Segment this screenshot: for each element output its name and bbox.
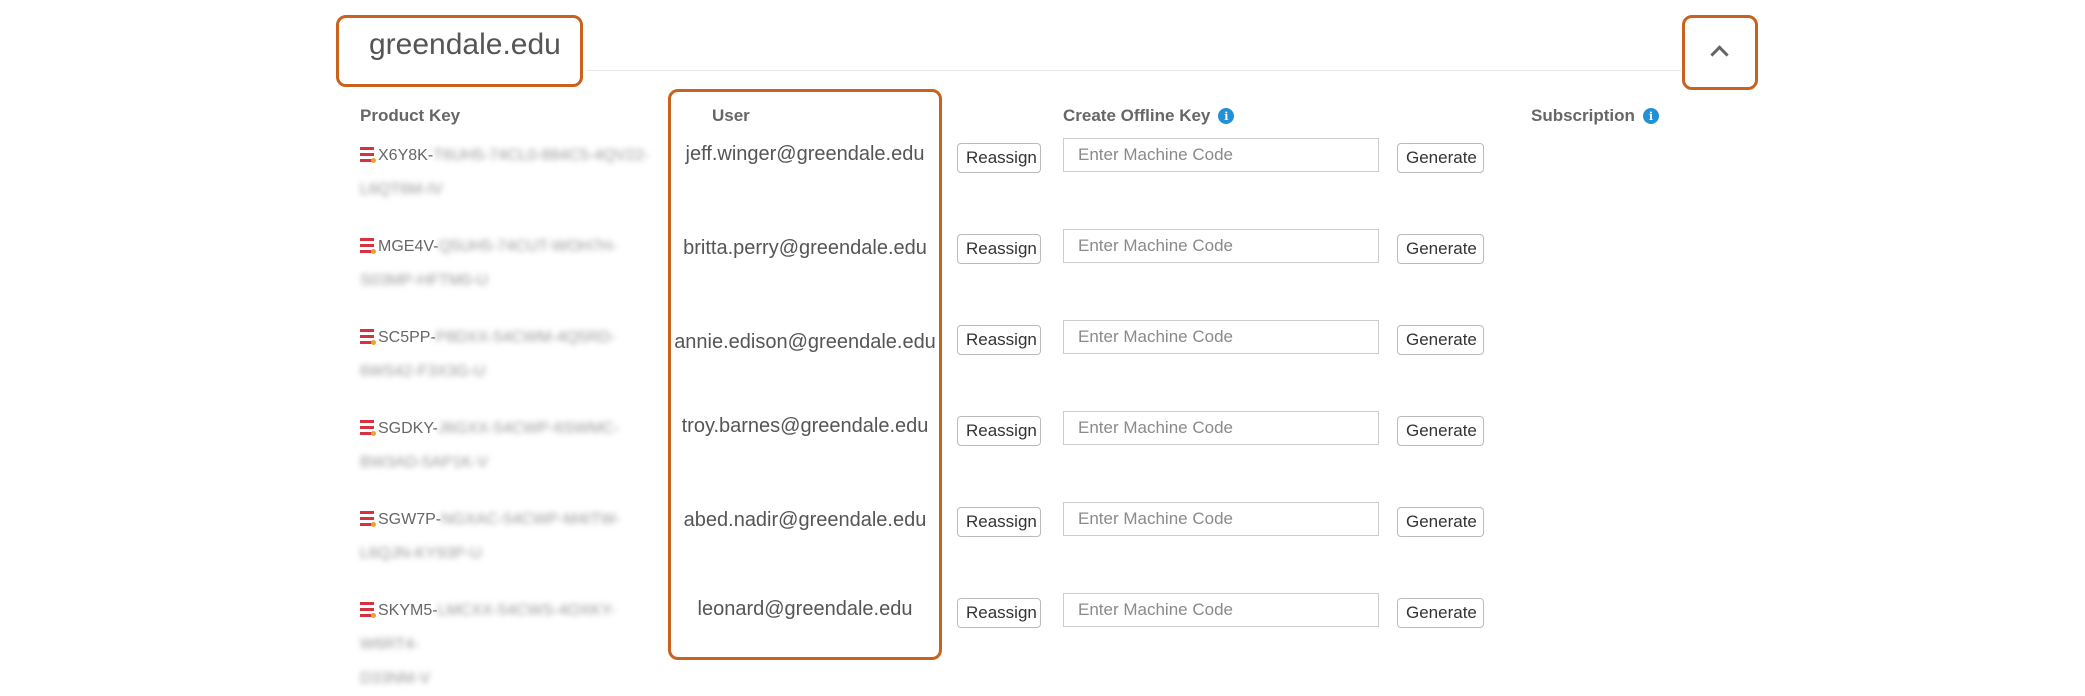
product-key-masked: 6WS42-F3X3G-U <box>360 363 486 380</box>
product-key-prefix: MGE4V- <box>378 238 439 255</box>
machine-code-input[interactable] <box>1063 502 1379 536</box>
product-key: SC5PP-P8DXX-54CWM-4Q5RD- 6WS42-F3X3G-U <box>360 321 670 389</box>
license-row: MGE4V-Q5UH5-74CUT-WOH7H- S03MP-HFTM0-U b… <box>0 229 2085 310</box>
product-key-masked: NGXAC-54CWP-M4ITW- <box>441 511 621 528</box>
reassign-button[interactable]: Reassign <box>957 143 1041 173</box>
product-key-icon <box>360 419 376 436</box>
license-row: SC5PP-P8DXX-54CWM-4Q5RD- 6WS42-F3X3G-U a… <box>0 320 2085 401</box>
product-key-masked: T6UH5-74CL0-884C5-4QV22- <box>433 147 650 164</box>
generate-button[interactable]: Generate <box>1397 234 1484 264</box>
license-row: SGDKY-J6GXX-54CWP-6SWMC- BW3AD-5AP1K-V t… <box>0 411 2085 492</box>
generate-button[interactable]: Generate <box>1397 325 1484 355</box>
user-email: jeff.winger@greendale.edu <box>685 143 925 165</box>
info-icon[interactable]: i <box>1218 108 1235 124</box>
product-key: X6Y8K-T6UH5-74CL0-884C5-4QV22- L6QT6M-IV <box>360 139 670 207</box>
product-key-masked: BW3AD-5AP1K-V <box>360 454 489 471</box>
machine-code-input[interactable] <box>1063 593 1379 627</box>
product-key-prefix: SGW7P- <box>378 511 442 528</box>
license-row: SGW7P-NGXAC-54CWP-M4ITW- L6QJN-KY93P-U a… <box>0 502 2085 583</box>
product-key-masked: S03MP-HFTM0-U <box>360 272 489 289</box>
product-key-masked: Q5UH5-74CUT-WOH7H- <box>438 238 618 255</box>
product-key-prefix: SGDKY- <box>378 420 438 437</box>
header-divider <box>586 70 1681 71</box>
machine-code-input[interactable] <box>1063 138 1379 172</box>
generate-button[interactable]: Generate <box>1397 416 1484 446</box>
product-key-icon <box>360 237 376 254</box>
license-row: X6Y8K-T6UH5-74CL0-884C5-4QV22- L6QT6M-IV… <box>0 138 2085 219</box>
product-key-icon <box>360 328 376 345</box>
reassign-button[interactable]: Reassign <box>957 507 1041 537</box>
user-email: abed.nadir@greendale.edu <box>683 509 927 531</box>
product-key: MGE4V-Q5UH5-74CUT-WOH7H- S03MP-HFTM0-U <box>360 230 670 298</box>
subscription-header-label: Subscription <box>1531 106 1635 125</box>
user-email: britta.perry@greendale.edu <box>683 237 927 259</box>
reassign-button[interactable]: Reassign <box>957 325 1041 355</box>
user-email: leonard@greendale.edu <box>697 598 913 620</box>
subscription-header: Subscription i <box>1531 106 1659 126</box>
product-key: SKYM5-LMCXX-54CWS-4OXKY-W6RT4- D33NM-V <box>360 594 670 696</box>
product-key-header-label: Product Key <box>360 106 461 125</box>
machine-code-input[interactable] <box>1063 229 1379 263</box>
generate-button[interactable]: Generate <box>1397 143 1484 173</box>
product-key-header: Product Key <box>360 106 460 126</box>
product-key-icon <box>360 601 376 618</box>
product-key-prefix: SKYM5- <box>378 602 438 619</box>
offline-key-header-label: Create Offline Key <box>1063 106 1211 125</box>
product-key-masked: P8DXX-54CWM-4Q5RD- <box>435 329 616 346</box>
product-key-masked: L6QT6M-IV <box>360 181 443 198</box>
reassign-button[interactable]: Reassign <box>957 234 1041 264</box>
collapse-button[interactable] <box>1682 15 1758 90</box>
info-icon[interactable]: i <box>1642 108 1659 124</box>
reassign-button[interactable]: Reassign <box>957 416 1041 446</box>
domain-title: greendale.edu <box>369 28 561 61</box>
chevron-up-icon <box>1710 45 1729 64</box>
machine-code-input[interactable] <box>1063 411 1379 445</box>
user-email: troy.barnes@greendale.edu <box>681 415 929 437</box>
product-key-prefix: SC5PP- <box>378 329 436 346</box>
product-key-masked: L6QJN-KY93P-U <box>360 545 482 562</box>
machine-code-input[interactable] <box>1063 320 1379 354</box>
license-row: SKYM5-LMCXX-54CWS-4OXKY-W6RT4- D33NM-V l… <box>0 593 2085 687</box>
generate-button[interactable]: Generate <box>1397 598 1484 628</box>
product-key: SGW7P-NGXAC-54CWP-M4ITW- L6QJN-KY93P-U <box>360 503 670 571</box>
user-email: annie.edison@greendale.edu <box>674 331 936 353</box>
product-key-masked: J6GXX-54CWP-6SWMC- <box>437 420 620 437</box>
product-key-prefix: X6Y8K- <box>378 147 434 164</box>
reassign-button[interactable]: Reassign <box>957 598 1041 628</box>
product-key-icon <box>360 510 376 527</box>
product-key-icon <box>360 146 376 163</box>
generate-button[interactable]: Generate <box>1397 507 1484 537</box>
offline-key-header: Create Offline Key i <box>1063 106 1235 126</box>
product-key: SGDKY-J6GXX-54CWP-6SWMC- BW3AD-5AP1K-V <box>360 412 670 480</box>
